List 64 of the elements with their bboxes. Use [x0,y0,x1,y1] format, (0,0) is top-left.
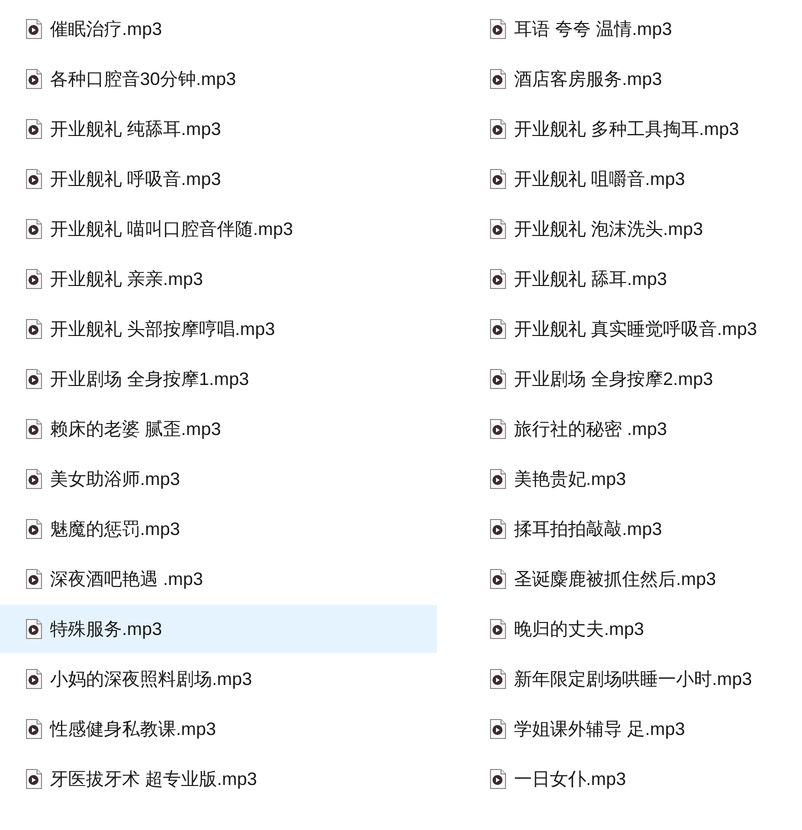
audio-file-icon [490,219,506,239]
file-item[interactable]: 开业舰礼 亲亲.mp3 [0,255,437,303]
audio-file-icon [26,419,42,439]
audio-file-icon [490,469,506,489]
file-item[interactable]: 开业舰礼 呼吸音.mp3 [0,155,437,203]
file-item[interactable]: 晚归的丈夫.mp3 [464,605,802,653]
audio-file-icon [26,69,42,89]
audio-file-icon [490,319,506,339]
file-item[interactable]: 催眠治疗.mp3 [0,5,437,53]
file-item[interactable]: 开业舰礼 泡沫洗头.mp3 [464,205,802,253]
file-item[interactable]: 开业舰礼 咀嚼音.mp3 [464,155,802,203]
file-item[interactable]: 开业舰礼 纯舔耳.mp3 [0,105,437,153]
audio-file-icon [26,269,42,289]
file-item[interactable]: 圣诞麋鹿被抓住然后.mp3 [464,555,802,603]
file-item[interactable]: 美女助浴师.mp3 [0,455,437,503]
file-item[interactable]: 深夜酒吧艳遇 .mp3 [0,555,437,603]
audio-file-icon [490,69,506,89]
audio-file-icon [26,619,42,639]
file-item[interactable]: 耳语 夸夸 温情.mp3 [464,5,802,53]
file-item[interactable]: 揉耳拍拍敲敲.mp3 [464,505,802,553]
audio-file-icon [26,369,42,389]
file-item[interactable]: 开业舰礼 多种工具掏耳.mp3 [464,105,802,153]
audio-file-icon [490,419,506,439]
audio-file-icon [490,169,506,189]
file-item[interactable]: 开业舰礼 舔耳.mp3 [464,255,802,303]
audio-file-icon [26,519,42,539]
file-item[interactable]: 一日女仆.mp3 [464,755,802,803]
audio-file-icon [490,519,506,539]
file-item[interactable]: 开业舰礼 头部按摩哼唱.mp3 [0,305,437,353]
audio-file-icon [26,669,42,689]
file-item[interactable]: 开业剧场 全身按摩1.mp3 [0,355,437,403]
audio-file-icon [490,119,506,139]
file-item[interactable]: 赖床的老婆 腻歪.mp3 [0,405,437,453]
audio-file-icon [490,769,506,789]
file-item[interactable]: 开业舰礼 真实睡觉呼吸音.mp3 [464,305,802,353]
audio-file-icon [26,319,42,339]
audio-file-icon [26,219,42,239]
audio-file-icon [490,369,506,389]
audio-file-icon [26,169,42,189]
audio-file-icon [490,19,506,39]
audio-file-icon [490,669,506,689]
file-item[interactable]: 美艳贵妃.mp3 [464,455,802,503]
audio-file-icon [490,569,506,589]
audio-file-icon [26,119,42,139]
file-item[interactable]: 魅魔的惩罚.mp3 [0,505,437,553]
file-item[interactable]: 新年限定剧场哄睡一小时.mp3 [464,655,802,703]
audio-file-icon [26,719,42,739]
file-item[interactable]: 酒店客房服务.mp3 [464,55,802,103]
audio-file-icon [490,619,506,639]
audio-file-icon [26,469,42,489]
audio-file-icon [490,719,506,739]
file-item[interactable]: 开业舰礼 喵叫口腔音伴随.mp3 [0,205,437,253]
audio-file-icon [26,569,42,589]
audio-file-icon [26,769,42,789]
file-item[interactable]: 各种口腔音30分钟.mp3 [0,55,437,103]
file-item[interactable]: 小妈的深夜照料剧场.mp3 [0,655,437,703]
file-item[interactable]: 学姐课外辅导 足.mp3 [464,705,802,753]
file-item[interactable]: 特殊服务.mp3 [0,605,437,653]
file-item[interactable]: 性感健身私教课.mp3 [0,705,437,753]
file-item[interactable]: 牙医拔牙术 超专业版.mp3 [0,755,437,803]
file-item[interactable]: 开业剧场 全身按摩2.mp3 [464,355,802,403]
audio-file-icon [490,269,506,289]
file-item[interactable]: 旅行社的秘密 .mp3 [464,405,802,453]
audio-file-icon [26,19,42,39]
